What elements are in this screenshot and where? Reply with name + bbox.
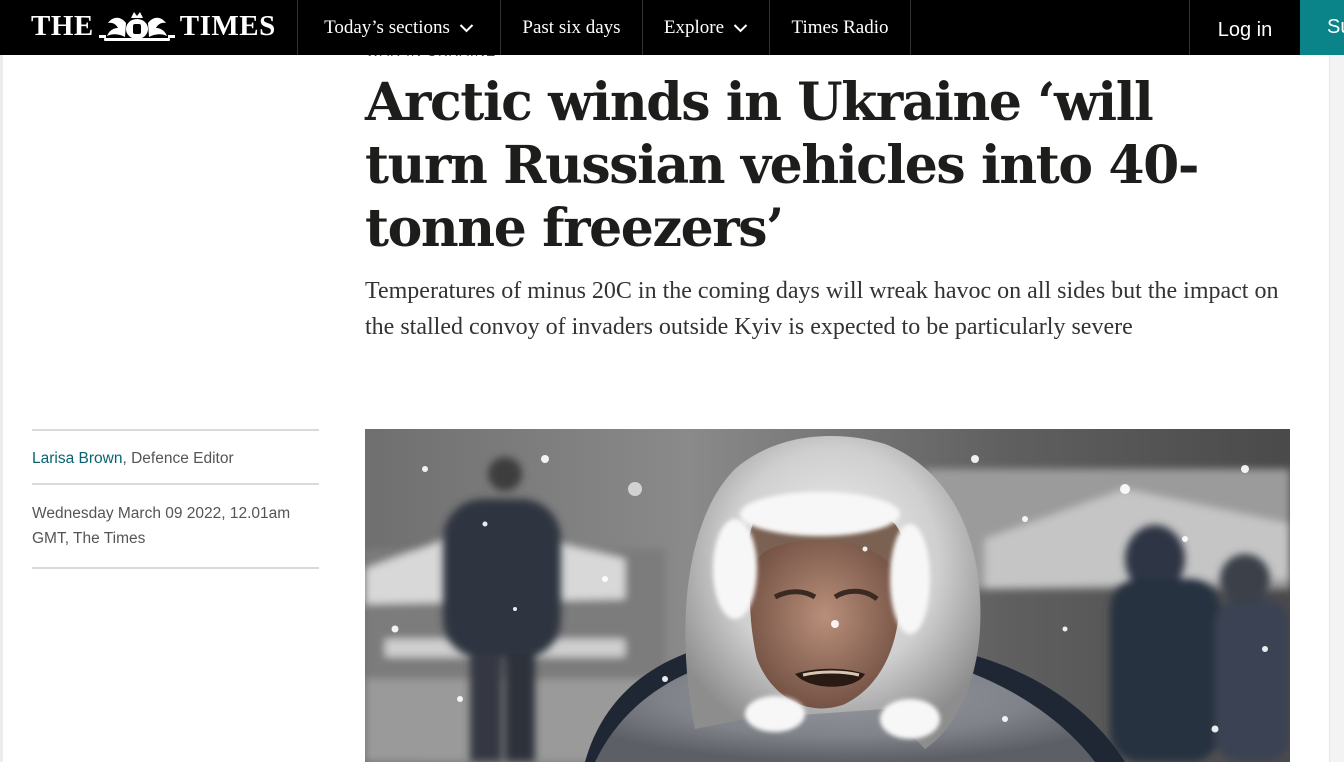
top-navigation-bar: THE TIMES Today’s sections Past six days <box>0 0 1344 55</box>
author-role: , Defence Editor <box>122 450 234 467</box>
publish-date: Wednesday March 09 2022, 12.01am GMT, Th… <box>32 485 319 569</box>
nav-explore[interactable]: Explore <box>642 0 769 55</box>
nav-explore-label: Explore <box>663 16 725 38</box>
login-button[interactable]: Log in <box>1189 0 1300 55</box>
nav-times-radio[interactable]: Times Radio <box>769 0 911 55</box>
nav-past-six-days[interactable]: Past six days <box>500 0 642 55</box>
page-left-edge <box>0 55 3 762</box>
vertical-scrollbar[interactable] <box>1329 55 1344 762</box>
byline: Larisa Brown, Defence Editor Wednesday M… <box>32 429 319 569</box>
the-times-logo[interactable]: THE TIMES <box>31 8 276 44</box>
author-row: Larisa Brown, Defence Editor <box>32 431 319 485</box>
nav-past-six-days-label: Past six days <box>522 16 621 38</box>
chevron-down-icon <box>459 23 474 32</box>
chevron-down-icon <box>733 23 748 32</box>
nav-times-radio-label: Times Radio <box>791 16 889 38</box>
royal-crest-icon <box>98 12 175 41</box>
nav-todays-sections[interactable]: Today’s sections <box>297 0 500 55</box>
logo-word-the: THE <box>31 10 94 42</box>
logo-word-times: TIMES <box>179 10 276 42</box>
article-standfirst: Temperatures of minus 20C in the coming … <box>365 278 1279 340</box>
author-link[interactable]: Larisa Brown <box>32 450 122 467</box>
article-headline: Arctic winds in Ukraine ‘will turn Russi… <box>365 72 1200 259</box>
hero-image <box>365 429 1290 762</box>
nav-todays-sections-label: Today’s sections <box>324 16 450 38</box>
subscribe-button[interactable]: Subscribe <box>1300 0 1344 55</box>
